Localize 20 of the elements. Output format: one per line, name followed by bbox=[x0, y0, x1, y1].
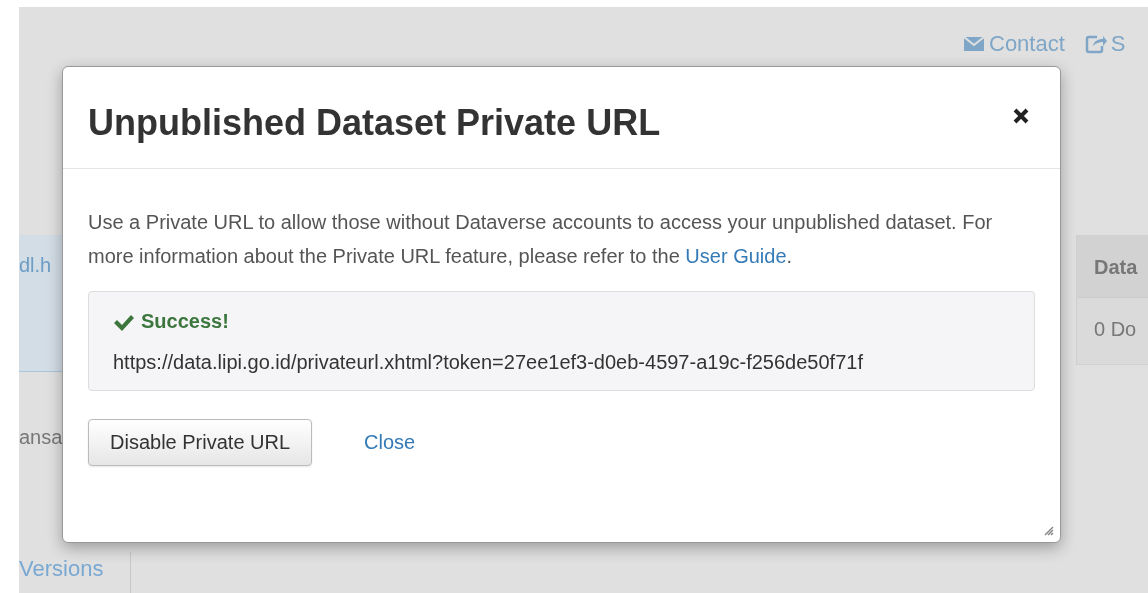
header-link[interactable]: Contact bbox=[963, 31, 1065, 57]
close-icon[interactable] bbox=[1012, 107, 1030, 125]
share-icon bbox=[1084, 34, 1107, 54]
link-label[interactable]: Contact bbox=[989, 31, 1065, 57]
alert-title: Success! bbox=[141, 310, 229, 333]
panel-header: Data bbox=[1077, 236, 1148, 298]
envelope-icon bbox=[963, 34, 985, 54]
close-link[interactable]: Close bbox=[364, 431, 416, 454]
description-text: Use a Private URL to allow those without Dataverse accounts to access your unpublished dataset. For more information about the Private URL feature, please refer to the User Guide. bbox=[88, 210, 994, 269]
header-link[interactable]: S bbox=[1084, 31, 1126, 57]
link-text[interactable]: dl.h bbox=[19, 254, 52, 277]
user-guide-link[interactable]: User Guide bbox=[685, 245, 787, 267]
disable-button[interactable]: Disable Private URL bbox=[88, 419, 313, 466]
link-label[interactable]: S bbox=[1110, 31, 1126, 57]
panel-row-text: 0 Do bbox=[1093, 317, 1138, 341]
private-url-text: https://data.lipi.go.id/privateurl.xhtml?token=27ee1ef3-d0eb-4597-a19c-f256de50f71f bbox=[113, 351, 864, 374]
versions-tab[interactable]: Versions bbox=[19, 552, 131, 593]
label-text: ansa bbox=[19, 426, 63, 449]
resize-grip-icon[interactable] bbox=[1042, 524, 1054, 536]
modal-title: Unpublished Dataset Private URL bbox=[88, 102, 661, 144]
